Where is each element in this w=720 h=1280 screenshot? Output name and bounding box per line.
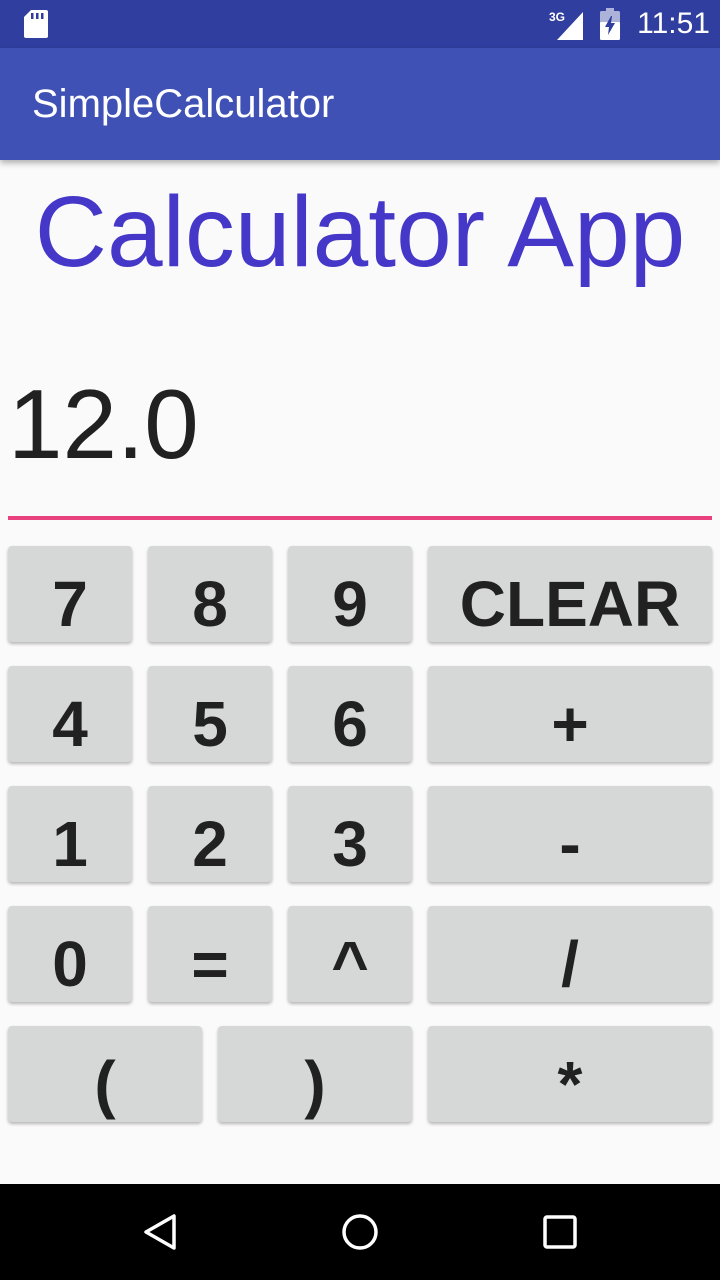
open-paren-button[interactable]: (	[8, 1026, 202, 1122]
button-label: 4	[52, 688, 88, 760]
button-label: CLEAR	[459, 568, 681, 640]
digit-3-button[interactable]: 3	[288, 786, 412, 882]
button-label: 8	[192, 568, 228, 640]
page-heading: Calculator App	[34, 176, 686, 288]
result-display[interactable]: 12.0	[8, 360, 712, 520]
digit-4-button[interactable]: 4	[8, 666, 132, 762]
button-label: -	[559, 808, 581, 880]
power-button[interactable]: ^	[288, 906, 412, 1002]
button-label: 3	[332, 808, 368, 880]
sd-card-icon	[24, 10, 48, 38]
button-label: 1	[52, 808, 88, 880]
back-icon[interactable]	[140, 1212, 180, 1252]
plus-button[interactable]: +	[428, 666, 712, 762]
digit-2-button[interactable]: 2	[148, 786, 272, 882]
close-paren-button[interactable]: )	[218, 1026, 412, 1122]
button-label: *	[557, 1048, 583, 1120]
digit-7-button[interactable]: 7	[8, 546, 132, 642]
button-label: 6	[332, 688, 368, 760]
status-clock: 11:51	[637, 7, 710, 40]
recent-apps-icon[interactable]	[540, 1212, 580, 1252]
button-label: 2	[192, 808, 228, 880]
multiply-button[interactable]: *	[428, 1026, 712, 1122]
battery-charging-icon	[600, 8, 620, 40]
digit-5-button[interactable]: 5	[148, 666, 272, 762]
button-label: 9	[332, 568, 368, 640]
button-label: +	[551, 688, 589, 760]
digit-6-button[interactable]: 6	[288, 666, 412, 762]
button-label: )	[304, 1048, 326, 1120]
signal-icon: 3G	[549, 10, 583, 40]
equals-button[interactable]: =	[148, 906, 272, 1002]
clear-button[interactable]: CLEAR	[428, 546, 712, 642]
digit-9-button[interactable]: 9	[288, 546, 412, 642]
button-label: ^	[331, 928, 369, 1000]
status-bar: 3G 11:51	[0, 0, 720, 48]
digit-8-button[interactable]: 8	[148, 546, 272, 642]
button-label: 0	[52, 928, 88, 1000]
button-label: 7	[52, 568, 88, 640]
button-label: /	[561, 928, 579, 1000]
network-type-label: 3G	[549, 10, 565, 24]
digit-1-button[interactable]: 1	[8, 786, 132, 882]
home-icon[interactable]	[340, 1212, 380, 1252]
app-bar: SimpleCalculator	[0, 48, 720, 160]
button-label: 5	[192, 688, 228, 760]
navigation-bar	[0, 1184, 720, 1280]
minus-button[interactable]: -	[428, 786, 712, 882]
button-label: (	[94, 1048, 116, 1120]
result-value: 12.0	[8, 369, 199, 479]
divide-button[interactable]: /	[428, 906, 712, 1002]
digit-0-button[interactable]: 0	[8, 906, 132, 1002]
app-title: SimpleCalculator	[32, 82, 335, 126]
button-label: =	[191, 928, 229, 1000]
display-underline	[8, 516, 712, 520]
